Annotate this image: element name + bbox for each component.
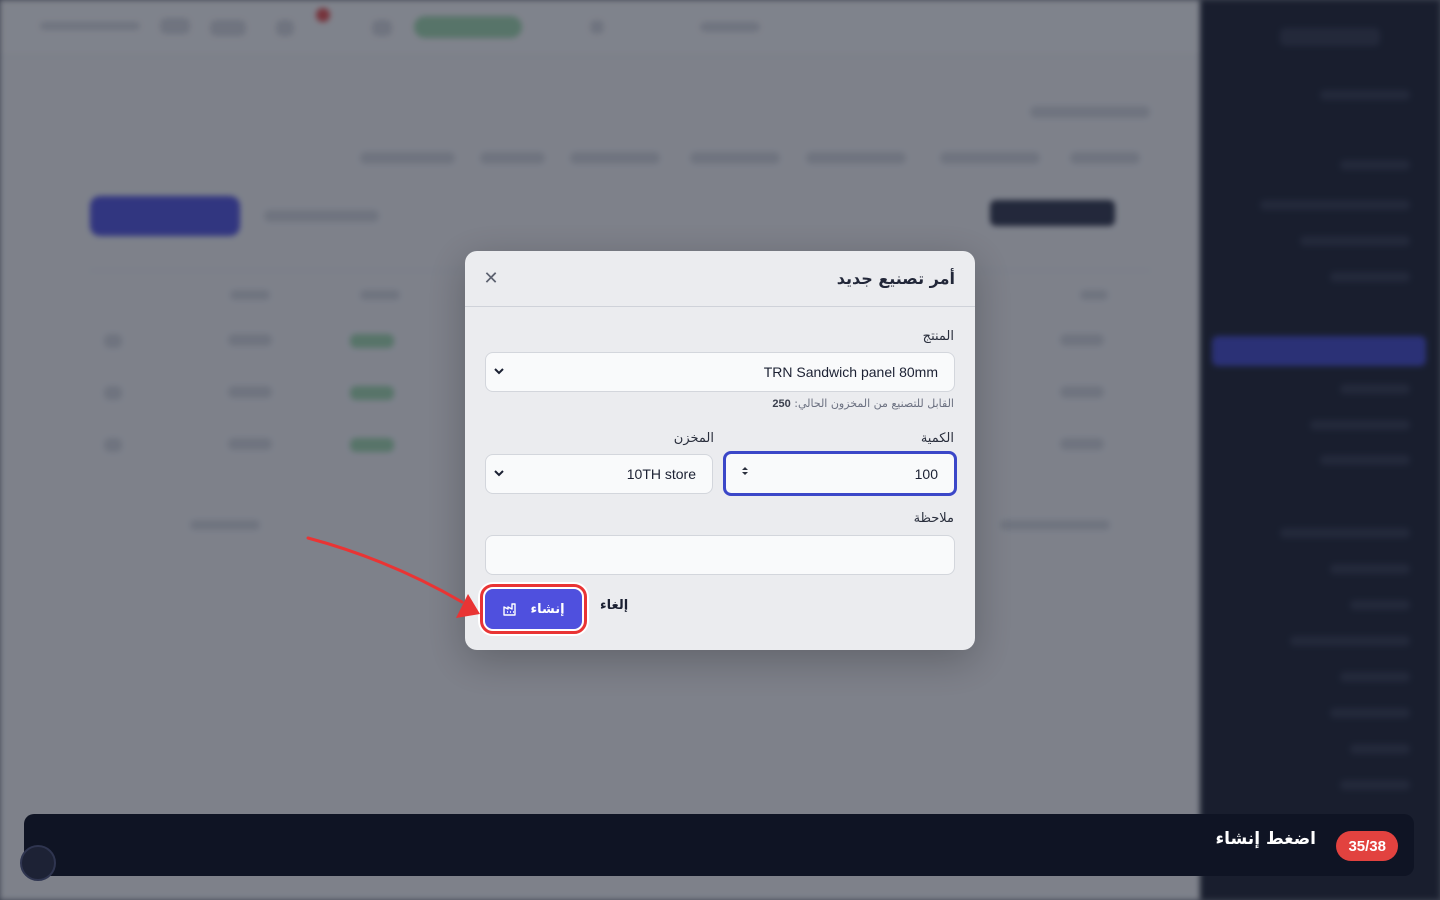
chevron-down-icon xyxy=(494,470,504,477)
warehouse-select[interactable]: 10TH store xyxy=(485,454,713,494)
factory-icon xyxy=(503,603,517,616)
chevron-down-icon xyxy=(494,368,504,375)
create-button-label: إنشاء xyxy=(530,601,565,617)
note-label: ملاحظة xyxy=(913,511,954,526)
product-label: المنتج xyxy=(922,329,954,344)
warehouse-label: المخزن xyxy=(673,431,714,446)
create-button[interactable]: إنشاء xyxy=(480,584,587,634)
cancel-button[interactable]: إلغاء xyxy=(600,598,628,613)
quantity-label: الكمية xyxy=(920,431,954,446)
available-quantity-text: القابل للتصنيع من المخزون الحالي: xyxy=(794,397,954,410)
tour-bar: 35/38 اضغط إنشاء xyxy=(24,814,1414,876)
help-chat-bubble[interactable] xyxy=(20,845,56,881)
quantity-input[interactable]: 100 xyxy=(723,451,957,496)
stepper-icon[interactable] xyxy=(738,464,752,478)
note-input[interactable] xyxy=(485,535,955,575)
warehouse-select-value: 10TH store xyxy=(626,466,696,482)
dialog-header: أمر تصنيع جديد ✕ xyxy=(465,251,975,307)
arrow-pointer xyxy=(306,536,480,618)
tour-step-badge: 35/38 xyxy=(1336,831,1398,861)
product-select-value: TRN Sandwich panel 80mm xyxy=(763,364,938,380)
close-icon[interactable]: ✕ xyxy=(479,267,503,291)
available-quantity-value: 250 xyxy=(772,398,791,410)
dialog-title: أمر تصنيع جديد xyxy=(836,269,955,288)
available-quantity-hint: القابل للتصنيع من المخزون الحالي: 250 xyxy=(772,397,954,410)
quantity-value: 100 xyxy=(914,465,938,482)
product-select[interactable]: TRN Sandwich panel 80mm xyxy=(485,352,955,392)
tour-instruction: اضغط إنشاء xyxy=(1215,829,1316,849)
